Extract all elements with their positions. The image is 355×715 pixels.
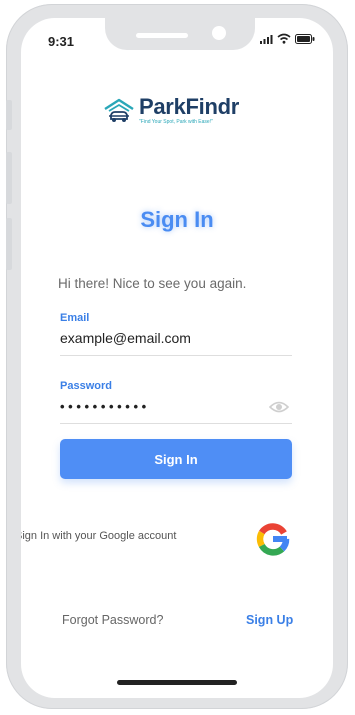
screen: 9:31 ParkFindr "Find Your Spot, Park wit… [21, 18, 333, 698]
brand-tagline: "Find Your Spot, Park with Ease!" [139, 119, 213, 125]
brand-name: ParkFindr [139, 94, 239, 119]
status-icons [259, 33, 315, 44]
greeting-text: Hi there! Nice to see you again. [58, 276, 247, 291]
email-underline [60, 355, 292, 356]
signal-icon [260, 34, 273, 44]
volume-down-button [6, 218, 12, 270]
google-signin-text[interactable]: Sign In with your Google account [21, 530, 176, 542]
app-logo: ParkFindr "Find Your Spot, Park with Eas… [103, 96, 239, 125]
email-label: Email [60, 312, 90, 324]
email-field[interactable]: example@email.com [60, 330, 191, 346]
password-field[interactable]: • • • • • • • • • • • [60, 399, 146, 414]
password-label: Password [60, 380, 112, 392]
home-indicator [117, 680, 237, 685]
battery-icon [295, 33, 315, 44]
eye-icon[interactable] [269, 400, 289, 414]
brand-text: ParkFindr "Find Your Spot, Park with Eas… [139, 94, 239, 126]
front-camera [212, 26, 226, 40]
notch [105, 18, 255, 50]
car-garage-icon [104, 98, 134, 122]
speaker [136, 33, 188, 38]
forgot-password-link[interactable]: Forgot Password? [62, 613, 163, 627]
status-time: 9:31 [48, 34, 75, 49]
sign-in-button[interactable]: Sign In [60, 439, 292, 479]
password-underline [60, 423, 292, 424]
mute-switch [6, 100, 12, 130]
page-title: Sign In [140, 207, 214, 232]
sign-up-link[interactable]: Sign Up [246, 613, 293, 627]
volume-up-button [6, 152, 12, 204]
wifi-icon [277, 33, 291, 44]
google-icon[interactable] [254, 520, 292, 558]
